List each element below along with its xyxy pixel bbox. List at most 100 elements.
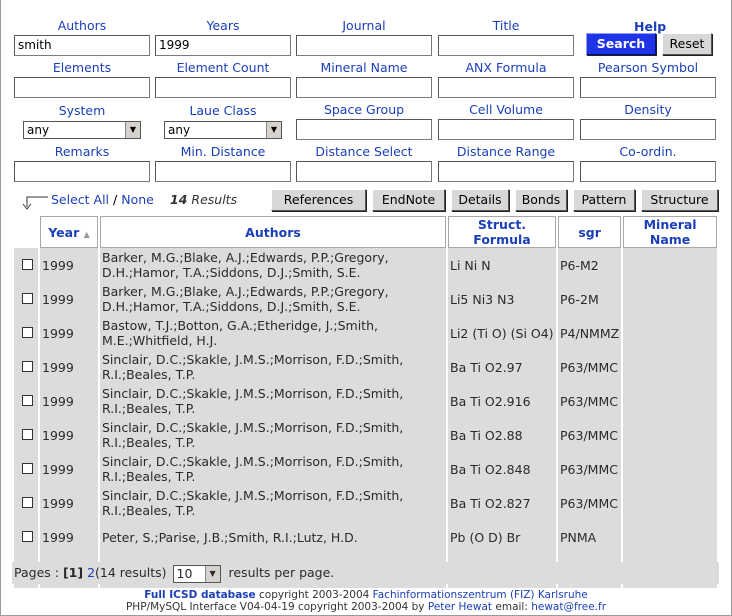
space-group-input[interactable] — [296, 119, 432, 140]
mineral-name-column-header[interactable]: Mineral Name — [623, 216, 717, 248]
row-checkbox[interactable] — [22, 326, 33, 338]
table-row[interactable]: 1999 Bastow, T.J.;Botton, G.A.;Etheridge,… — [14, 316, 717, 350]
row-checkbox[interactable] — [22, 530, 33, 542]
select-links: Select All / None — [51, 193, 154, 207]
pattern-button[interactable]: Pattern — [573, 189, 635, 211]
formula-cell: Ba Ti O2.848 — [448, 452, 556, 486]
sgr-cell: P63/MMC — [558, 418, 622, 452]
footer-line-2: PHP/MySQL Interface V04-04-19 copyright … — [0, 601, 732, 613]
cell-volume-input[interactable] — [438, 119, 574, 140]
authors-cell: Barker, M.G.;Blake, A.J.;Edwards, P.P.;G… — [100, 248, 446, 282]
checkbox-cell — [14, 486, 38, 520]
min-distance-label: Min. Distance — [180, 144, 266, 159]
row-checkbox[interactable] — [22, 394, 33, 406]
system-select[interactable]: any ▼ — [23, 121, 141, 139]
laue-class-select[interactable]: any ▼ — [164, 121, 282, 139]
reset-button[interactable]: Reset — [662, 33, 712, 55]
checkbox-cell — [14, 418, 38, 452]
formula-cell: Ba Ti O2.97 — [448, 350, 556, 384]
row-checkbox[interactable] — [22, 258, 33, 270]
table-row[interactable]: 1999 Sinclair, D.C.;Skakle, J.M.S.;Morris… — [14, 384, 717, 418]
references-button[interactable]: References — [271, 189, 366, 211]
select-separator: / — [113, 192, 118, 207]
page-2-link[interactable]: 2 — [87, 565, 95, 580]
structure-button[interactable]: Structure — [641, 189, 718, 211]
formula-column-header[interactable]: Struct. Formula — [448, 216, 556, 248]
select-all-link[interactable]: Select All — [51, 192, 109, 207]
checkbox-cell — [14, 520, 38, 554]
email-link[interactable]: hewat@free.fr — [531, 601, 606, 613]
search-button[interactable]: Search — [586, 33, 656, 55]
select-none-link[interactable]: None — [121, 192, 154, 207]
pages-label: Pages : — [14, 565, 59, 580]
formula-cell: Li2 (Ti O) (Si O4) — [448, 316, 556, 350]
footer-copyright: copyright 2003-2004 — [259, 589, 370, 601]
sgr-column-header[interactable]: sgr — [558, 216, 622, 248]
table-row[interactable]: 1999 Sinclair, D.C.;Skakle, J.M.S.;Morris… — [14, 452, 717, 486]
help-link[interactable]: Help — [634, 19, 666, 34]
authors-cell: Barker, M.G.;Blake, A.J.;Edwards, P.P.;G… — [100, 282, 446, 316]
results-table-body: 1999 Barker, M.G.;Blake, A.J.;Edwards, P.… — [14, 248, 717, 588]
distance-select-input[interactable] — [296, 161, 432, 182]
distance-range-input[interactable] — [438, 161, 574, 182]
mineral-name-input[interactable] — [296, 77, 432, 98]
remarks-input[interactable] — [14, 161, 150, 182]
min-distance-input[interactable] — [155, 161, 291, 182]
density-input[interactable] — [580, 119, 716, 140]
pager-results-text: (14 results) — [95, 565, 167, 580]
title-input[interactable] — [438, 35, 574, 56]
row-checkbox[interactable] — [22, 360, 33, 372]
element-count-input[interactable] — [155, 77, 291, 98]
formula-cell: Li Ni N — [448, 248, 556, 282]
table-row[interactable]: 1999Peter, S.;Parise, J.B.;Smith, R.I.;L… — [14, 520, 717, 554]
row-checkbox[interactable] — [22, 428, 33, 440]
checkbox-cell — [14, 316, 38, 350]
pearson-symbol-input[interactable] — [580, 77, 716, 98]
mineral-name-cell — [623, 350, 717, 384]
checkbox-cell — [14, 452, 38, 486]
row-checkbox[interactable] — [22, 496, 33, 508]
sgr-cell: P6-2M — [558, 282, 622, 316]
authors-column-header[interactable]: Authors — [100, 216, 446, 248]
chevron-down-icon[interactable]: ▼ — [125, 122, 140, 138]
bonds-button[interactable]: Bonds — [515, 189, 567, 211]
fiz-link[interactable]: Fachinformationszentrum (FIZ) Karlsruhe — [373, 589, 588, 601]
sgr-cell: P63/MMC — [558, 486, 622, 520]
row-checkbox[interactable] — [22, 462, 33, 474]
formula-cell: Li5 Ni3 N3 — [448, 282, 556, 316]
author-link[interactable]: Peter Hewat — [428, 601, 492, 613]
authors-input[interactable]: smith — [14, 35, 150, 56]
formula-cell: Pb (O D) Br — [448, 520, 556, 554]
journal-input[interactable] — [296, 35, 432, 56]
title-label: Title — [492, 18, 520, 33]
table-row[interactable]: 1999 Barker, M.G.;Blake, A.J.;Edwards, P.… — [14, 248, 717, 282]
co-ordination-input[interactable] — [580, 161, 716, 182]
full-icsd-link[interactable]: Full ICSD database — [144, 589, 255, 601]
table-row[interactable]: 1999 Barker, M.G.;Blake, A.J.;Edwards, P.… — [14, 282, 717, 316]
results-table: Year ▲ Authors Struct. Formula sgr Miner… — [12, 216, 719, 588]
year-cell: 1999 — [40, 282, 98, 316]
years-input[interactable]: 1999 — [155, 35, 291, 56]
current-page: [1] — [62, 565, 84, 580]
details-button[interactable]: Details — [451, 189, 509, 211]
cell-volume-label: Cell Volume — [469, 102, 543, 117]
row-checkbox[interactable] — [22, 292, 33, 304]
sgr-cell: PNMA — [558, 520, 622, 554]
table-row[interactable]: 1999 Sinclair, D.C.;Skakle, J.M.S.;Morris… — [14, 350, 717, 384]
pearson-symbol-label: Pearson Symbol — [597, 60, 699, 75]
authors-cell: Sinclair, D.C.;Skakle, J.M.S.;Morrison, … — [100, 486, 446, 520]
mineral-name-cell — [623, 248, 717, 282]
chevron-down-icon[interactable]: ▼ — [266, 122, 281, 138]
formula-cell: Ba Ti O2.88 — [448, 418, 556, 452]
per-page-value: 10 — [176, 565, 193, 581]
endnote-button[interactable]: EndNote — [372, 189, 445, 211]
per-page-select[interactable]: 10 ▼ — [172, 564, 221, 583]
elements-input[interactable] — [14, 77, 150, 98]
checkbox-cell — [14, 248, 38, 282]
table-row[interactable]: 1999 Sinclair, D.C.;Skakle, J.M.S.;Morris… — [14, 486, 717, 520]
chevron-down-icon[interactable]: ▼ — [204, 565, 220, 582]
anx-formula-input[interactable] — [438, 77, 574, 98]
sort-ascending-icon: ▲ — [83, 229, 90, 239]
table-row[interactable]: 1999 Sinclair, D.C.;Skakle, J.M.S.;Morris… — [14, 418, 717, 452]
year-column-header[interactable]: Year ▲ — [40, 216, 98, 248]
